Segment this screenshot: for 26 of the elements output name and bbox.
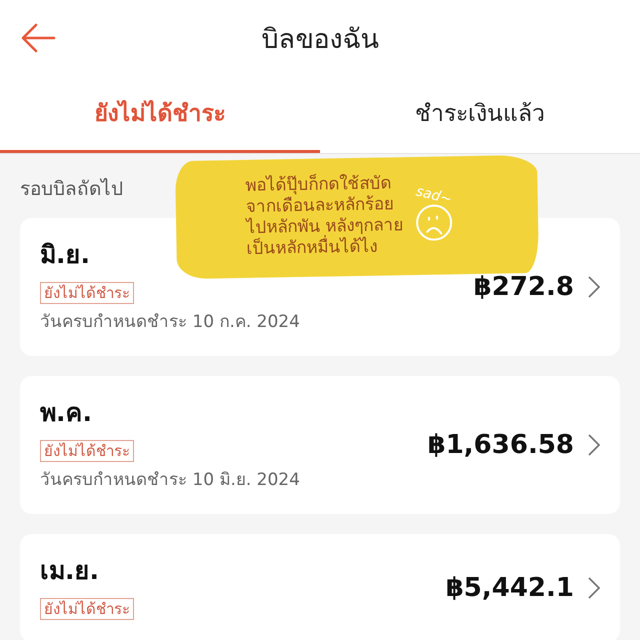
status-tag: ยังไม่ได้ชำระ [40, 440, 134, 462]
sticker-caption: sad~ [414, 183, 454, 208]
tab[interactable]: ยังไม่ได้ชำระ [0, 76, 320, 153]
due-date: วันครบกำหนดชำระ 10 มิ.ย. 2024 [40, 469, 300, 492]
chevron-right-icon [588, 434, 600, 456]
chevron-right-icon [588, 276, 600, 298]
due-date: วันครบกำหนดชำระ 10 ก.ค. 2024 [40, 311, 300, 334]
status-tag: ยังไม่ได้ชำระ [40, 282, 134, 304]
bill-card[interactable]: เม.ย. ยังไม่ได้ชำระ ฿5,442.1 [20, 534, 620, 640]
bill-amount: ฿272.8 [474, 272, 574, 302]
bill-month: มิ.ย. [40, 240, 90, 270]
back-arrow-icon[interactable] [20, 22, 56, 54]
bill-amount: ฿1,636.58 [428, 430, 574, 460]
sad-face-icon [415, 203, 454, 242]
chevron-right-icon [588, 577, 600, 599]
bill-card[interactable]: พ.ค. ยังไม่ได้ชำระ วันครบกำหนดชำระ 10 มิ.ย. 2024 ฿1,636.58 [20, 376, 620, 514]
tab[interactable]: ชำระเงินแล้ว [320, 76, 640, 153]
section-label: รอบบิลถัดไป [20, 178, 123, 200]
sticker-text-line: จากเดือนละหลักร้อย [246, 194, 395, 218]
page-title: บิลของฉัน [262, 22, 378, 56]
bill-month: พ.ค. [40, 398, 92, 428]
sticker-text-line: พอได้ปุ๊บก็กดใช้สบัด [245, 173, 392, 196]
status-tag: ยังไม่ได้ชำระ [40, 598, 134, 620]
sticker-text-line: เป็นหลักหมื่นได้ไง [246, 236, 379, 260]
bill-amount: ฿5,442.1 [446, 573, 574, 603]
bill-month: เม.ย. [40, 556, 99, 586]
